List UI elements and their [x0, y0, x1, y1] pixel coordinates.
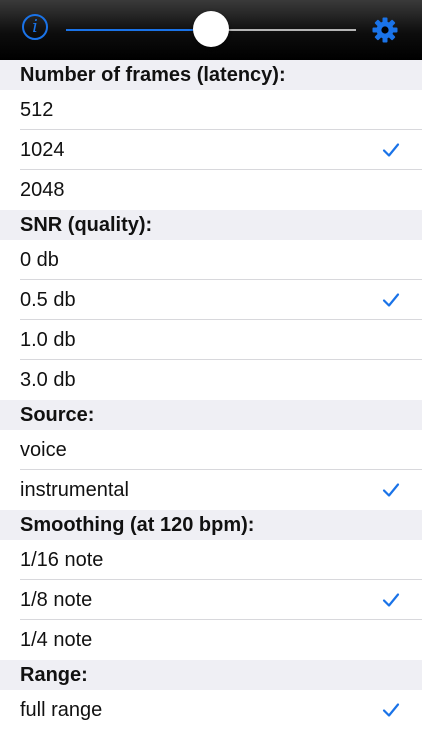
checkmark-icon: [382, 143, 400, 157]
section-header: Smoothing (at 120 bpm):: [0, 510, 422, 540]
section-header: Number of frames (latency):: [0, 60, 422, 90]
checkmark-icon: [382, 593, 400, 607]
checkmark-icon: [382, 293, 400, 307]
section-header: Source:: [0, 400, 422, 430]
option-row[interactable]: voice: [0, 430, 422, 470]
option-label: 512: [20, 99, 54, 121]
option-row[interactable]: 1.0 db: [0, 320, 422, 360]
option-label: 1/8 note: [20, 589, 93, 611]
option-label: 1/4 note: [20, 629, 93, 651]
option-label: full range: [20, 699, 103, 721]
gear-icon[interactable]: [372, 17, 398, 43]
slider-fill: [66, 29, 211, 31]
checkmark-icon: [382, 703, 400, 717]
option-label: 1.0 db: [20, 329, 76, 351]
section-header: Range:: [0, 660, 422, 690]
info-icon[interactable]: i: [22, 14, 48, 40]
section-header: SNR (quality):: [0, 210, 422, 240]
option-row[interactable]: instrumental: [0, 470, 422, 510]
toolbar: i: [0, 0, 422, 60]
option-label: 2048: [20, 179, 65, 201]
option-row[interactable]: 1/16 note: [0, 540, 422, 580]
option-row[interactable]: 0.5 db: [0, 280, 422, 320]
option-label: 3.0 db: [20, 369, 76, 391]
option-label: voice: [20, 439, 67, 461]
option-row[interactable]: 2048: [0, 170, 422, 210]
option-label: 0 db: [20, 249, 59, 271]
slider-thumb[interactable]: [193, 11, 229, 47]
settings-list: Number of frames (latency): 512 1024 2048 SN…: [0, 60, 422, 730]
option-row[interactable]: 3.0 db: [0, 360, 422, 400]
info-glyph: i: [32, 16, 38, 37]
option-label: 1024: [20, 139, 65, 161]
option-row[interactable]: 0 db: [0, 240, 422, 280]
option-label: instrumental: [20, 479, 129, 501]
option-row[interactable]: 1/8 note: [0, 580, 422, 620]
option-label: 0.5 db: [20, 289, 76, 311]
option-row[interactable]: full range: [0, 690, 422, 730]
option-row[interactable]: 512: [0, 90, 422, 130]
slider-track[interactable]: [66, 11, 356, 47]
option-row[interactable]: 1/4 note: [0, 620, 422, 660]
checkmark-icon: [382, 483, 400, 497]
option-row[interactable]: 1024: [0, 130, 422, 170]
option-label: 1/16 note: [20, 549, 104, 571]
